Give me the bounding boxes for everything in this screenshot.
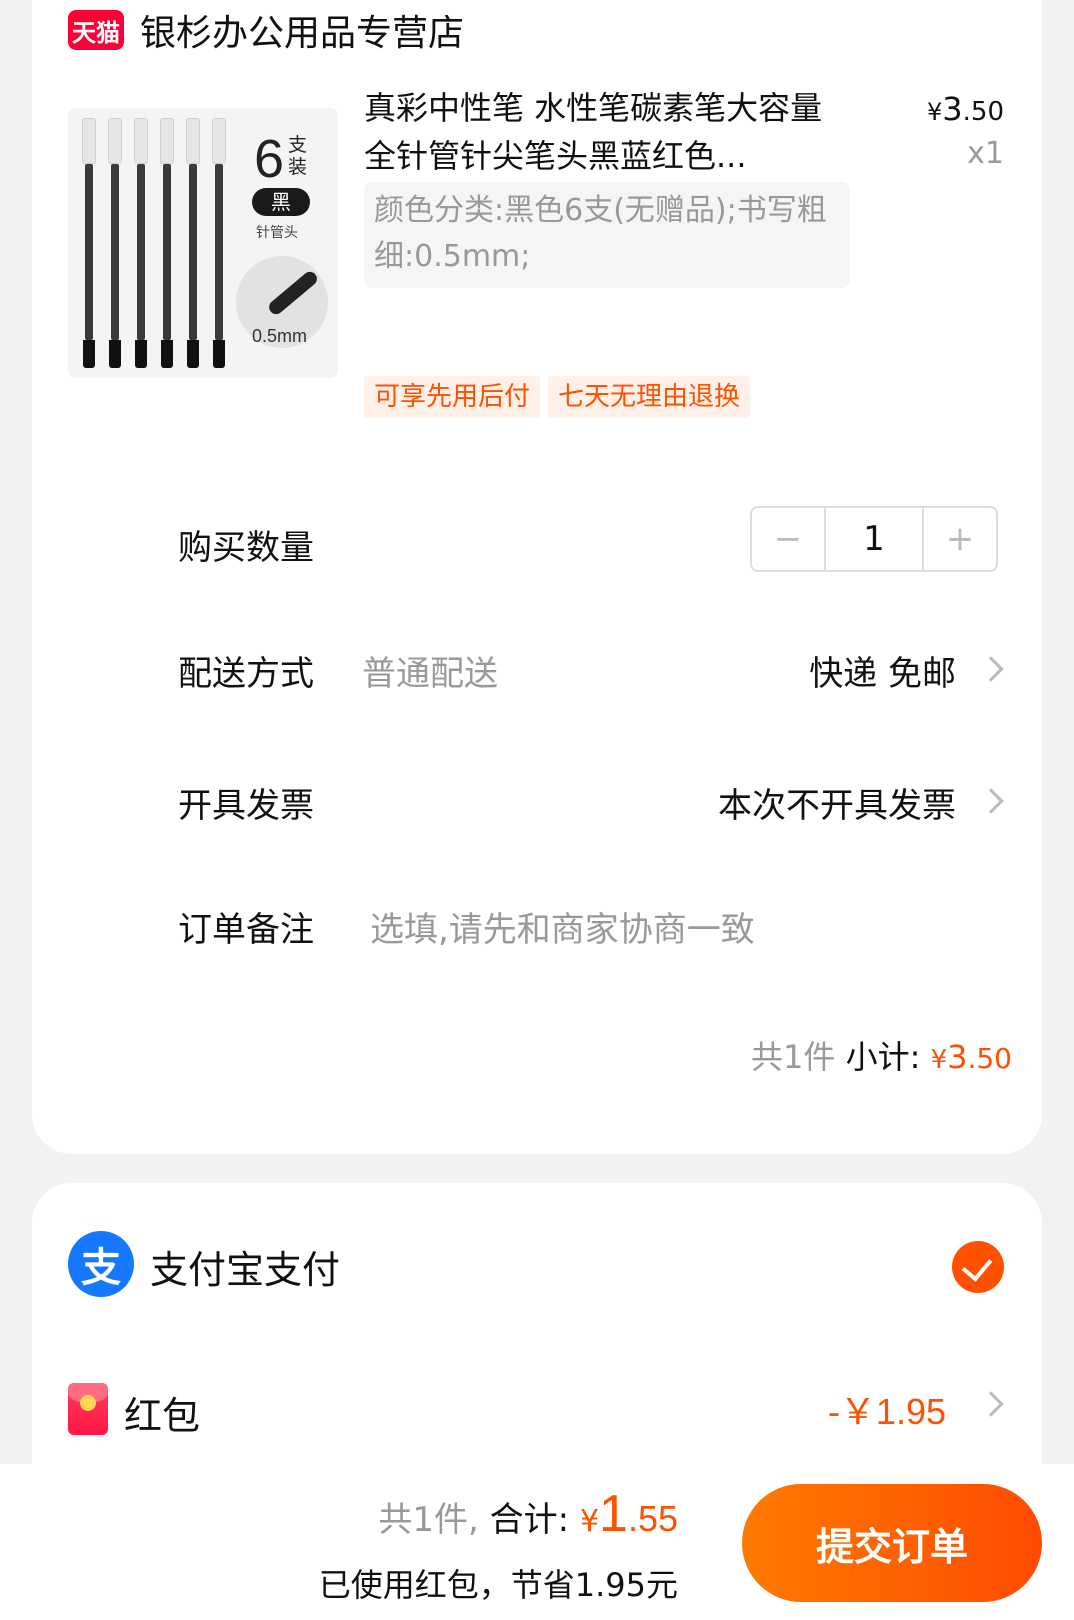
checkout-bar: 共1件, 合计: ¥1.55 已使用红包，节省1.95元 提交订单	[0, 1464, 1074, 1620]
invoice-value[interactable]: 本次不开具发票	[718, 778, 956, 827]
total-amount: ¥1.55	[579, 1485, 678, 1543]
total-label: 合计:	[489, 1500, 570, 1540]
tag-pay-later: 可享先用后付	[364, 376, 541, 418]
image-color-label: 黑	[252, 188, 310, 216]
total-count: 共1件,	[378, 1500, 479, 1540]
image-pack-unit: 支装	[288, 134, 308, 178]
sku-selector[interactable]: 颜色分类:黑色6支(无赠品);书写粗细:0.5mm;	[364, 182, 850, 288]
increment-button[interactable]: +	[924, 508, 996, 570]
payment-method-label[interactable]: 支付宝支付	[150, 1239, 340, 1294]
image-needle-label: 针管头	[256, 225, 298, 241]
submit-order-button[interactable]: 提交订单	[742, 1484, 1042, 1602]
pen-graphic	[160, 118, 174, 368]
store-name[interactable]: 银杉办公用品专营店	[140, 4, 464, 56]
product-price: ¥3.50	[927, 90, 1004, 128]
subtotal-label: 小计:	[845, 1038, 921, 1076]
product-title[interactable]: 真彩中性笔 水性笔碳素笔大容量全针管针尖笔头黑蓝红色...	[364, 84, 844, 180]
red-packet-discount[interactable]: -￥1.95	[828, 1383, 946, 1435]
total-line: 共1件, 合计: ¥1.55	[378, 1484, 678, 1544]
delivery-chevron-icon[interactable]	[978, 656, 1004, 682]
selected-check-icon[interactable]	[952, 1241, 1004, 1293]
note-input[interactable]: 选填,请先和商家协商一致	[370, 902, 755, 951]
pen-graphic	[82, 118, 96, 368]
quantity-stepper[interactable]: − 1 +	[750, 506, 998, 572]
red-packet-label: 红包	[124, 1394, 201, 1438]
red-packet-icon	[68, 1383, 108, 1435]
invoice-label: 开具发票	[178, 786, 314, 826]
service-tags: 可享先用后付 七天无理由退换	[364, 376, 751, 418]
image-size-label: 0.5mm	[252, 326, 308, 346]
subtotal-count: 共1件	[751, 1038, 836, 1076]
pen-graphic	[212, 118, 226, 368]
product-quantity: x1	[967, 136, 1004, 171]
pen-graphic	[134, 118, 148, 368]
quantity-label: 购买数量	[178, 528, 314, 568]
delivery-label: 配送方式	[178, 654, 314, 694]
tmall-logo-icon: 天猫	[68, 10, 124, 50]
subtotal-amount: ¥3.50	[930, 1038, 1012, 1076]
note-label: 订单备注	[178, 910, 314, 950]
subtotal: 共1件 小计: ¥3.50	[751, 1032, 1012, 1078]
product-image[interactable]: 6 支装 黑 针管头 0.5mm	[68, 108, 338, 378]
pen-graphic	[186, 118, 200, 368]
pen-graphic	[108, 118, 122, 368]
store-header[interactable]: 天猫 银杉办公用品专营店	[68, 4, 464, 56]
tag-seven-day-return: 七天无理由退换	[548, 376, 751, 418]
savings-note: 已使用红包，节省1.95元	[318, 1566, 678, 1604]
order-card: 天猫 银杉办公用品专营店 6 支装 黑 针管头 0.5mm 真彩中性笔 水性笔碳…	[32, 0, 1042, 1154]
payment-card: 支 支付宝支付 红包 -￥1.95	[32, 1183, 1042, 1483]
invoice-chevron-icon[interactable]	[978, 788, 1004, 814]
quantity-value[interactable]: 1	[824, 508, 924, 570]
delivery-value[interactable]: 快递 免邮	[809, 646, 956, 695]
alipay-icon: 支	[68, 1231, 134, 1297]
image-pack-count: 6	[254, 129, 285, 189]
red-packet-chevron-icon[interactable]	[978, 1391, 1004, 1417]
delivery-method: 普通配送	[362, 654, 498, 694]
decrement-button[interactable]: −	[752, 508, 824, 570]
